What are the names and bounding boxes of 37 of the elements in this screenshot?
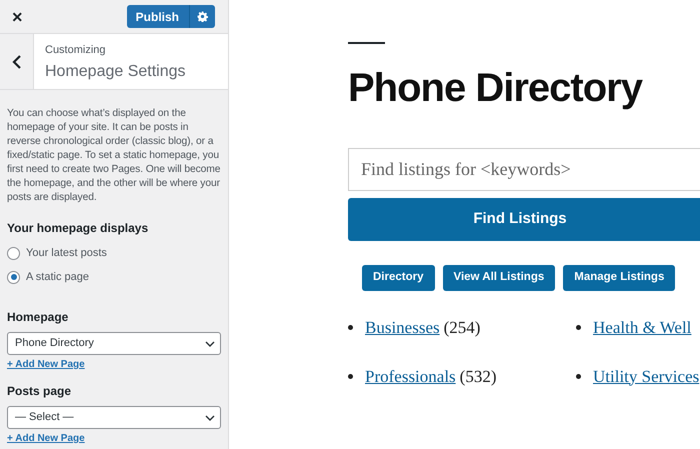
category-link[interactable]: Utility Services [593,364,700,389]
close-button[interactable]: × [8,8,27,26]
bullet-icon [348,325,353,330]
search-field[interactable]: Find listings for <keywords> [348,148,700,191]
option-label: Your latest posts [26,246,107,261]
chevron-down-icon [205,340,215,346]
category-link[interactable]: Businesses [365,315,440,340]
settings-icon[interactable] [197,11,208,22]
chevron-down-icon [205,414,215,420]
publish-button[interactable]: Publish [126,5,215,28]
field-label: Posts page [7,383,72,400]
title-rule [348,42,385,44]
nav-button[interactable]: Manage Listings [563,265,676,291]
section-label: Your homepage displays [7,220,150,237]
radio-button[interactable] [7,246,20,260]
page-title: Phone Directory [348,66,644,110]
select-field[interactable]: Phone Directory [7,332,221,355]
add-page-link[interactable]: + Add New Page [7,431,85,446]
find-listings-button[interactable]: Find Listings [348,198,700,241]
nav-button[interactable]: Directory [362,265,434,291]
field-label: Homepage [7,309,70,326]
category-link[interactable]: Health & Well [593,315,692,340]
add-page-link[interactable]: + Add New Page [7,357,85,372]
category-link[interactable]: Professionals [365,364,456,389]
count-text: (254) [444,317,480,339]
bullet-icon [576,325,581,330]
panel-title: Homepage Settings [45,62,186,82]
breadcrumb-text: Customizing [45,43,107,57]
count-text: (532) [460,366,496,388]
description-text: You can choose what’s displayed on the homepage of your site. It can be posts in reverse chronological order (classic blog), or a fixed/static page. To set a static homepage, you first need to create two Pages. One will become the homepage, and the other will be where your posts are displayed. [7,107,221,205]
radio-button[interactable] [7,270,20,284]
bullet-icon [348,374,353,379]
option-label: A static page [26,270,89,285]
back-button[interactable] [0,34,34,89]
select-field[interactable]: — Select — [7,406,221,429]
nav-button[interactable]: View All Listings [442,265,556,291]
bullet-icon [576,374,581,379]
